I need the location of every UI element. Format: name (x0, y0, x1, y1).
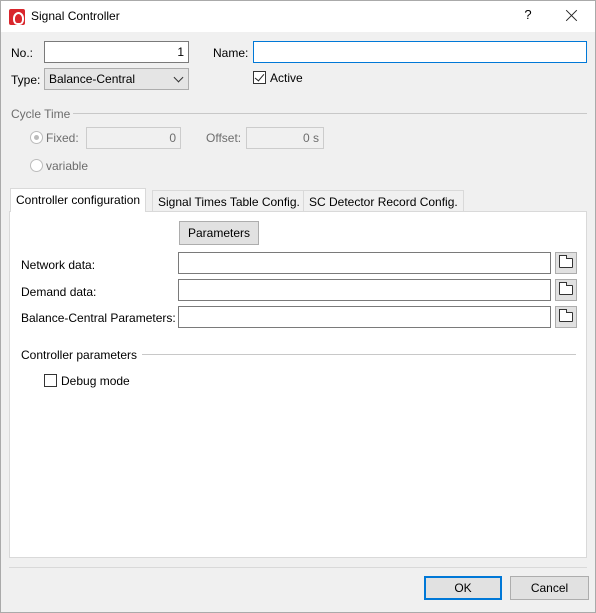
footer-divider (9, 567, 587, 568)
cancel-button[interactable]: Cancel (510, 576, 589, 600)
window-title: Signal Controller (31, 9, 120, 23)
controller-params-divider (142, 354, 576, 355)
network-data-browse-button[interactable] (555, 252, 577, 274)
tab-controller-configuration[interactable]: Controller configuration (10, 188, 147, 212)
name-label: Name: (213, 46, 249, 60)
variable-radio[interactable] (30, 159, 43, 172)
balance-params-field[interactable] (178, 306, 551, 328)
type-label: Type: (11, 73, 41, 87)
demand-data-browse-button[interactable] (555, 279, 577, 301)
folder-open-icon (559, 282, 573, 295)
signal-controller-dialog: Signal Controller ? No.: 1 Name: Type: B… (0, 0, 596, 613)
name-field[interactable] (253, 41, 587, 63)
offset-field[interactable]: 0 s (246, 127, 324, 149)
variable-label: variable (46, 159, 89, 173)
type-select[interactable]: Balance-Central (44, 68, 189, 90)
close-icon[interactable] (557, 3, 587, 29)
fixed-label: Fixed: (46, 131, 79, 145)
debug-mode-label: Debug mode (61, 374, 130, 388)
active-label: Active (270, 71, 303, 85)
chevron-down-icon (173, 72, 184, 83)
app-icon (9, 9, 25, 25)
demand-data-field[interactable] (178, 279, 551, 301)
offset-label: Offset: (206, 131, 242, 145)
network-data-field[interactable] (178, 252, 551, 274)
parameters-button[interactable]: Parameters (179, 221, 259, 245)
cycle-time-divider (73, 113, 587, 114)
help-button[interactable]: ? (521, 7, 535, 25)
controller-params-header: Controller parameters (21, 348, 138, 362)
balance-params-label: Balance-Central Parameters: (21, 311, 176, 325)
network-data-label: Network data: (21, 258, 96, 272)
ok-button[interactable]: OK (424, 576, 502, 600)
debug-mode-checkbox[interactable] (44, 374, 57, 387)
active-checkbox[interactable] (253, 71, 266, 84)
balance-params-browse-button[interactable] (555, 306, 577, 328)
tab-sc-detector-record-config[interactable]: SC Detector Record Config. (303, 190, 464, 212)
demand-data-label: Demand data: (21, 285, 97, 299)
no-field[interactable]: 1 (44, 41, 189, 63)
fixed-field[interactable]: 0 (86, 127, 181, 149)
fixed-radio[interactable] (30, 131, 43, 144)
type-select-value: Balance-Central (49, 72, 136, 86)
cycle-time-header: Cycle Time (11, 107, 71, 121)
no-label: No.: (11, 46, 34, 60)
tab-signal-times-table-config[interactable]: Signal Times Table Config. (152, 190, 306, 212)
folder-open-icon (559, 309, 573, 322)
title-bar: Signal Controller ? (1, 1, 595, 32)
folder-open-icon (559, 255, 573, 268)
